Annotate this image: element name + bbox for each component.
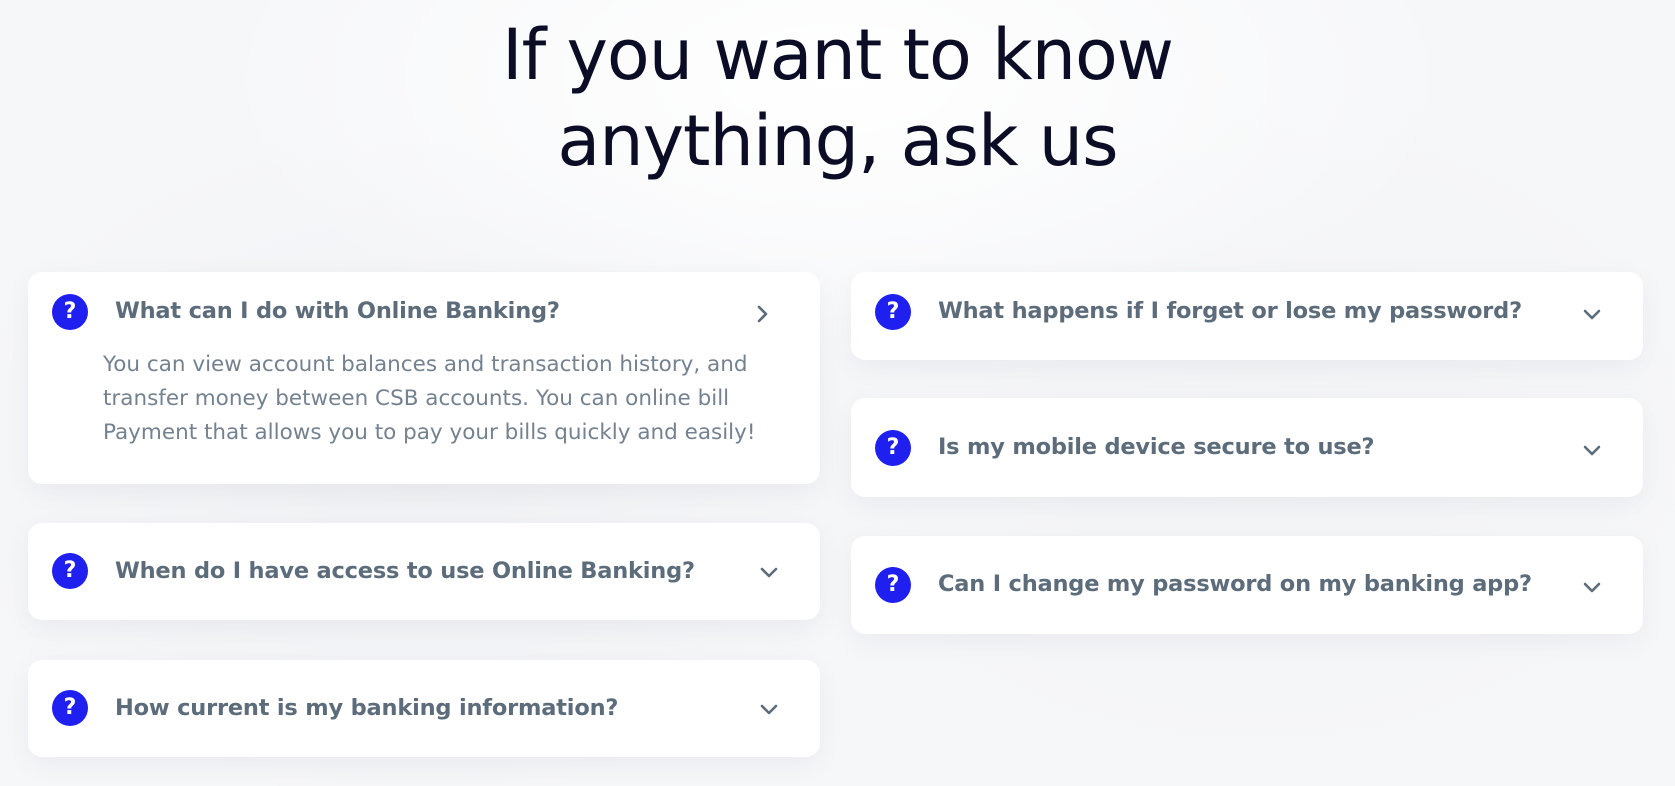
faq-question: When do I have access to use Online Bank… — [115, 558, 695, 584]
faq-question: Can I change my password on my banking a… — [938, 571, 1532, 597]
faq-item-forgot-password[interactable]: ? What happens if I forget or lose my pa… — [851, 272, 1643, 360]
faq-question: What can I do with Online Banking? — [115, 298, 560, 324]
question-icon: ? — [52, 553, 88, 589]
faq-item-online-banking[interactable]: ? What can I do with Online Banking? You… — [28, 272, 820, 484]
faq-item-current-info[interactable]: ? How current is my banking information? — [28, 660, 820, 757]
question-icon: ? — [875, 430, 911, 466]
faq-item-access[interactable]: ? When do I have access to use Online Ba… — [28, 523, 820, 620]
chevron-down-icon[interactable] — [1580, 575, 1604, 599]
question-icon: ? — [875, 294, 911, 330]
faq-item-mobile-secure[interactable]: ? Is my mobile device secure to use? — [851, 398, 1643, 497]
chevron-down-icon[interactable] — [757, 560, 781, 584]
chevron-right-icon[interactable] — [750, 302, 774, 326]
faq-item-change-password[interactable]: ? Can I change my password on my banking… — [851, 536, 1643, 634]
page-title: If you want to know anything, ask us — [0, 12, 1675, 184]
faq-question: What happens if I forget or lose my pass… — [938, 298, 1522, 324]
faq-question: How current is my banking information? — [115, 695, 619, 721]
faq-answer: You can view account balances and transa… — [103, 352, 756, 445]
page-title-line-1: If you want to know — [501, 14, 1174, 96]
chevron-down-icon[interactable] — [757, 697, 781, 721]
question-icon: ? — [52, 294, 88, 330]
faq-question: Is my mobile device secure to use? — [938, 434, 1375, 460]
question-icon: ? — [52, 690, 88, 726]
chevron-down-icon[interactable] — [1580, 438, 1604, 462]
page-title-line-2: anything, ask us — [557, 100, 1118, 182]
chevron-down-icon[interactable] — [1580, 302, 1604, 326]
question-icon: ? — [875, 567, 911, 603]
